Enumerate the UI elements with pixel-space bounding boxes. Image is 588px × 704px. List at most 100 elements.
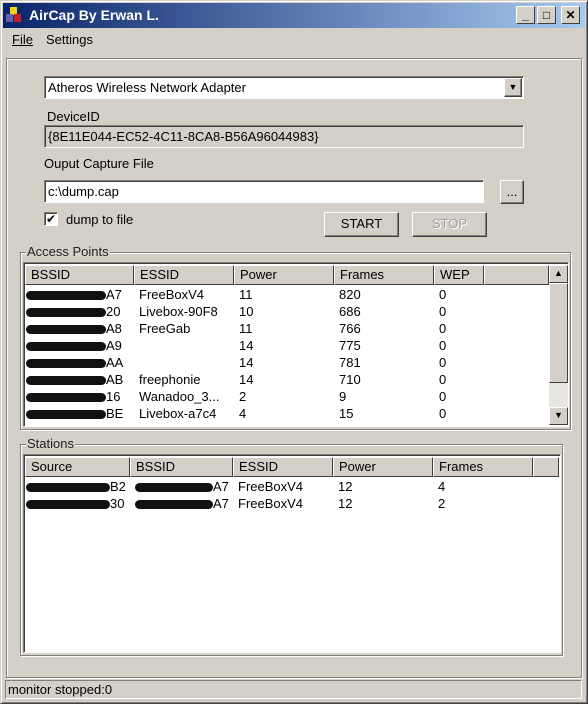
cell-frames: 781 [339, 355, 361, 370]
table-row[interactable]: A9 14 775 0 [24, 337, 549, 354]
cell-wep: 0 [439, 321, 447, 336]
cell-frames: 766 [339, 321, 361, 336]
column-filler [484, 265, 549, 285]
redaction-scribble [26, 325, 106, 335]
column-essid[interactable]: ESSID [134, 265, 234, 285]
output-file-input[interactable]: c:\dump.cap [44, 180, 484, 203]
cell-frames: 710 [339, 372, 361, 387]
visible-suffix: B2 [110, 479, 126, 494]
column-filler [533, 457, 559, 477]
output-file-label: Ouput Capture File [44, 156, 154, 171]
visible-suffix: 30 [110, 496, 125, 511]
visible-suffix: AA [106, 355, 124, 370]
visible-suffix: AB [106, 372, 124, 387]
redaction-scribble [26, 342, 106, 352]
title-bar: AirCap By Erwan L. [3, 3, 585, 28]
cell-power: 10 [239, 304, 254, 319]
column-bssid[interactable]: BSSID [25, 265, 134, 285]
start-button[interactable]: START [324, 212, 399, 237]
column-essid[interactable]: ESSID [233, 457, 333, 477]
column-wep[interactable]: WEP [434, 265, 484, 285]
table-row[interactable]: BE Livebox-a7c4 4 15 0 [24, 405, 549, 422]
maximize-button[interactable]: □ [537, 6, 556, 24]
cell-power: 4 [239, 406, 247, 421]
redaction-scribble [26, 500, 110, 510]
column-bssid[interactable]: BSSID [130, 457, 233, 477]
column-source[interactable]: Source [25, 457, 130, 477]
adapter-select[interactable]: Atheros Wireless Network Adapter ▼ [44, 76, 524, 99]
cell-power: 14 [239, 372, 254, 387]
cell-bssid: 16 [26, 388, 120, 405]
minimize-button[interactable]: _ [516, 6, 535, 24]
cell-bssid: A7 [135, 478, 229, 495]
table-row[interactable]: AB freephonie 14 710 0 [24, 371, 549, 388]
cell-essid: FreeBoxV4 [238, 496, 304, 511]
visible-suffix: 20 [106, 304, 121, 319]
access-points-list[interactable]: BSSID ESSID Power Frames WEP A7 FreeBoxV4… [23, 262, 569, 427]
cell-power: 11 [239, 287, 253, 302]
scroll-up-icon[interactable]: ▲ [549, 265, 568, 283]
app-icon [6, 7, 22, 23]
device-id-label: DeviceID [47, 109, 100, 124]
cell-frames: 9 [339, 389, 347, 404]
cell-essid: freephonie [139, 372, 201, 387]
column-power[interactable]: Power [333, 457, 433, 477]
cell-wep: 0 [439, 372, 447, 387]
visible-suffix: BE [106, 406, 124, 421]
cell-essid: Wanadoo_3... [139, 389, 220, 404]
scroll-down-icon[interactable]: ▼ [549, 407, 568, 425]
redaction-scribble [135, 500, 213, 510]
dump-checkbox[interactable]: ✔ [44, 212, 58, 226]
cell-power: 14 [239, 355, 254, 370]
cell-wep: 0 [439, 287, 447, 302]
column-frames[interactable]: Frames [334, 265, 434, 285]
table-row[interactable]: AA 14 781 0 [24, 354, 549, 371]
cell-frames: 775 [339, 338, 361, 353]
cell-power: 11 [239, 321, 253, 336]
column-frames[interactable]: Frames [433, 457, 533, 477]
cell-bssid: A7 [26, 286, 122, 303]
cell-bssid: A9 [26, 337, 122, 354]
redaction-scribble [26, 393, 106, 403]
menu-file-label: File [12, 32, 33, 47]
access-points-title: Access Points [26, 244, 110, 259]
redaction-scribble [26, 308, 106, 318]
menu-settings[interactable]: Settings [46, 30, 93, 50]
stop-button[interactable]: STOP [412, 212, 487, 237]
cell-frames: 2 [438, 496, 446, 511]
redaction-scribble [26, 376, 106, 386]
stations-list[interactable]: Source BSSID ESSID Power Frames B2 A7 Free… [23, 454, 561, 653]
window-title: AirCap By Erwan L. [29, 7, 159, 23]
table-row[interactable]: A7 FreeBoxV4 11 820 0 [24, 286, 549, 303]
cell-power: 2 [239, 389, 247, 404]
cell-bssid: A8 [26, 320, 122, 337]
cell-essid: FreeBoxV4 [139, 287, 205, 302]
cell-power: 12 [338, 496, 353, 511]
cell-frames: 686 [339, 304, 361, 319]
visible-suffix: A7 [213, 496, 229, 511]
menu-file[interactable]: File [12, 30, 33, 50]
chevron-down-icon[interactable]: ▼ [504, 78, 522, 97]
redaction-scribble [26, 410, 106, 420]
cell-bssid: BE [26, 405, 123, 422]
cell-source: 30 [26, 495, 124, 512]
table-row[interactable]: 20 Livebox-90F8 10 686 0 [24, 303, 549, 320]
table-row[interactable]: B2 A7 FreeBoxV4 12 4 [24, 478, 559, 495]
cell-essid: FreeGab [139, 321, 191, 336]
close-button[interactable]: ✕ [561, 6, 580, 24]
visible-suffix: A8 [106, 321, 122, 336]
scroll-thumb[interactable] [549, 283, 568, 383]
column-power[interactable]: Power [234, 265, 334, 285]
device-id-field: {8E11E044-EC52-4C11-8CA8-B56A96044983} [44, 125, 524, 148]
adapter-selected: Atheros Wireless Network Adapter [48, 80, 246, 95]
table-row[interactable]: 30 A7 FreeBoxV4 12 2 [24, 495, 559, 512]
redaction-scribble [135, 483, 213, 493]
table-row[interactable]: A8 FreeGab 11 766 0 [24, 320, 549, 337]
cell-bssid: A7 [135, 495, 229, 512]
table-row[interactable]: 16 Wanadoo_3... 2 9 0 [24, 388, 549, 405]
redaction-scribble [26, 291, 106, 301]
cell-power: 14 [239, 338, 254, 353]
scrollbar[interactable]: ▲ ▼ [549, 265, 568, 425]
browse-button[interactable]: ... [500, 180, 524, 204]
stations-title: Stations [26, 436, 75, 451]
